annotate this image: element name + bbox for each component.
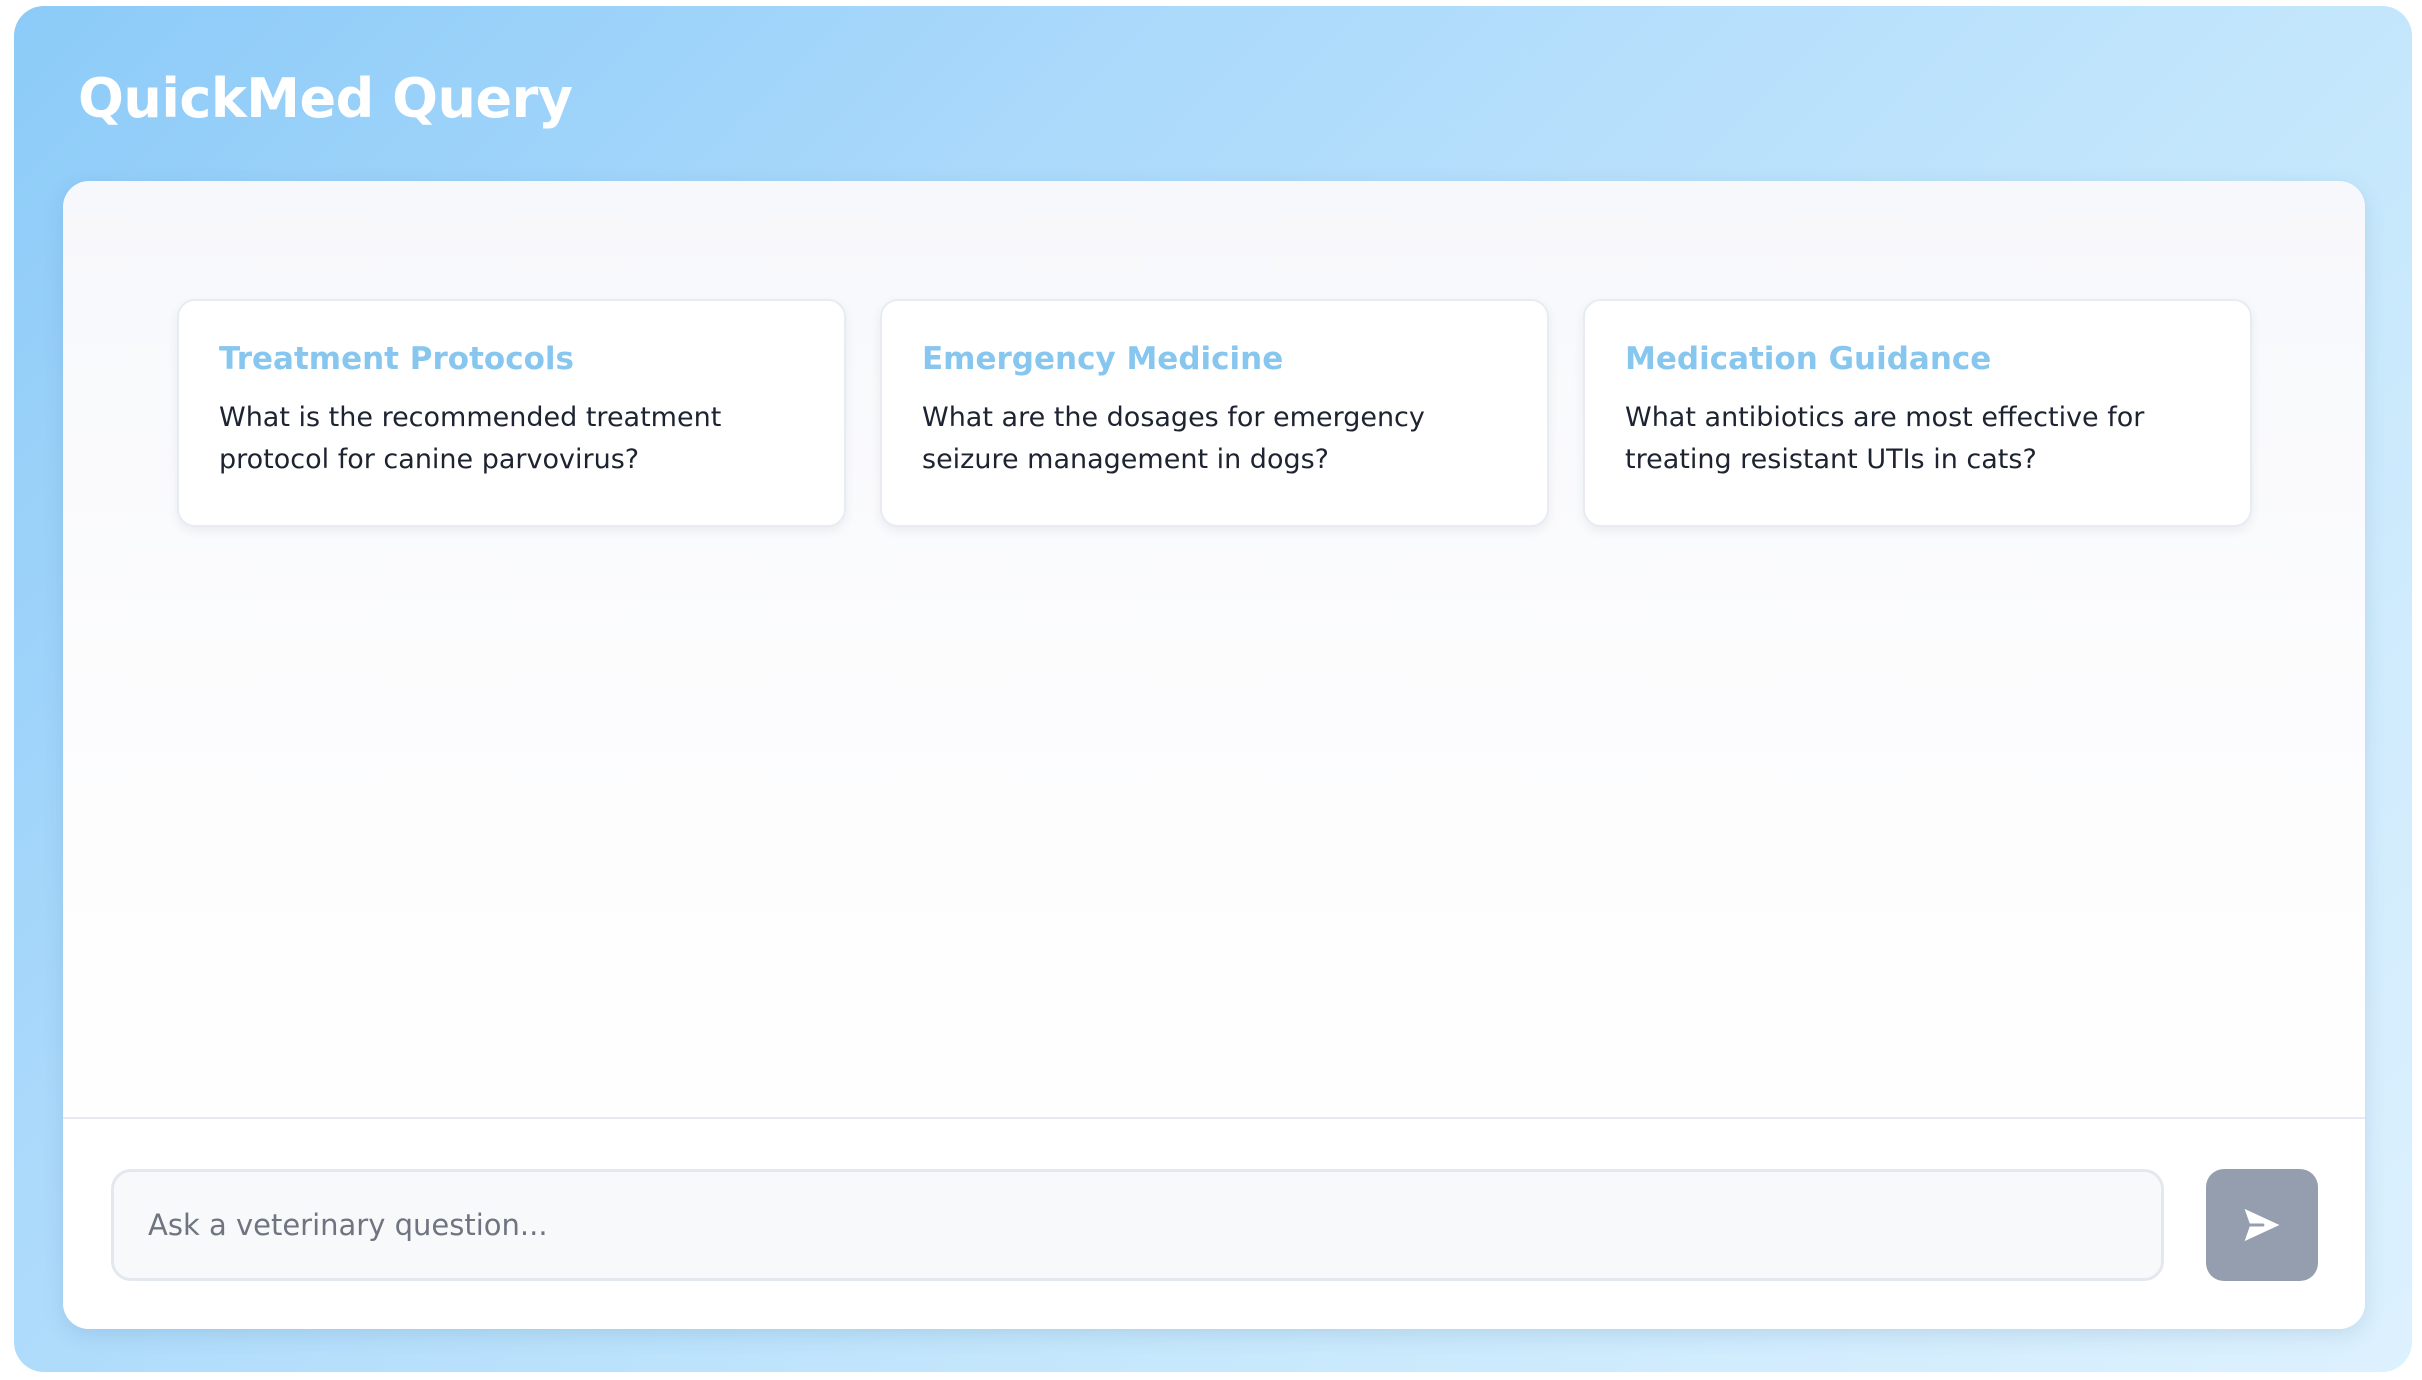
chat-panel: Treatment Protocols What is the recommen… [63, 181, 2365, 1329]
app-window: QuickMed Query Treatment Protocols What … [14, 6, 2412, 1372]
app-title: QuickMed Query [78, 67, 573, 130]
message-input-bar [63, 1117, 2365, 1329]
suggestion-card-title: Treatment Protocols [219, 341, 574, 377]
suggestion-card-treatment-protocols[interactable]: Treatment Protocols What is the recommen… [177, 299, 846, 527]
suggestion-card-title: Medication Guidance [1625, 341, 1992, 377]
suggestion-card-emergency-medicine[interactable]: Emergency Medicine What are the dosages … [880, 299, 1549, 527]
send-button[interactable] [2206, 1169, 2318, 1281]
suggestion-card-question: What is the recommended treatment protoc… [219, 402, 722, 475]
suggestion-card-title: Emergency Medicine [922, 341, 1284, 377]
suggestion-card-question: What are the dosages for emergency seizu… [922, 402, 1425, 475]
suggestion-cards: Treatment Protocols What is the recommen… [177, 299, 2252, 527]
question-input[interactable] [111, 1169, 2164, 1281]
suggestion-card-medication-guidance[interactable]: Medication Guidance What antibiotics are… [1583, 299, 2252, 527]
send-icon [2244, 1208, 2280, 1242]
suggestion-card-question: What antibiotics are most effective for … [1625, 402, 2145, 475]
